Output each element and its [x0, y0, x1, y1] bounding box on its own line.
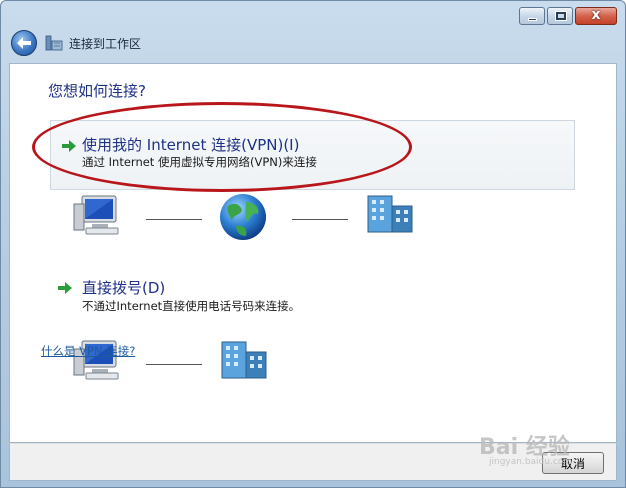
back-arrow-icon	[17, 37, 31, 49]
back-button[interactable]	[11, 30, 37, 56]
wizard-content: 您想如何连接? 使用我的 Internet 连接(VPN)(I) 通过 Inte…	[9, 63, 617, 443]
connect-to-workplace-window: x 连接到工作区 您想如何连接? 使用我的 Internet 连接(VPN)(I…	[0, 0, 626, 488]
connector-line	[146, 364, 202, 365]
minimize-button[interactable]	[519, 7, 545, 25]
minimize-icon	[528, 18, 537, 21]
connector-line	[146, 219, 202, 220]
what-is-vpn-link[interactable]: 什么是 VPN 连接?	[41, 343, 135, 359]
window-title: 连接到工作区	[69, 37, 142, 51]
office-building-icon	[367, 195, 413, 233]
option-dialup-description: 不通过Internet直接使用电话号码来连接。	[82, 299, 301, 313]
globe-icon	[220, 194, 266, 240]
watermark-url: jingyan.baidu.com	[489, 457, 573, 467]
close-button[interactable]: x	[575, 7, 617, 25]
office-building-icon	[221, 341, 267, 379]
maximize-button[interactable]	[547, 7, 573, 25]
caption-buttons: x	[519, 7, 617, 25]
maximize-icon	[555, 11, 567, 21]
connector-line	[292, 219, 348, 220]
network-icon	[45, 35, 63, 51]
computer-icon	[73, 195, 119, 235]
highlight-circle	[32, 102, 412, 192]
page-question: 您想如何连接?	[48, 82, 146, 100]
close-icon: x	[591, 7, 601, 23]
green-arrow-icon	[58, 282, 72, 294]
option-dialup-title[interactable]: 直接拨号(D)	[82, 277, 165, 298]
